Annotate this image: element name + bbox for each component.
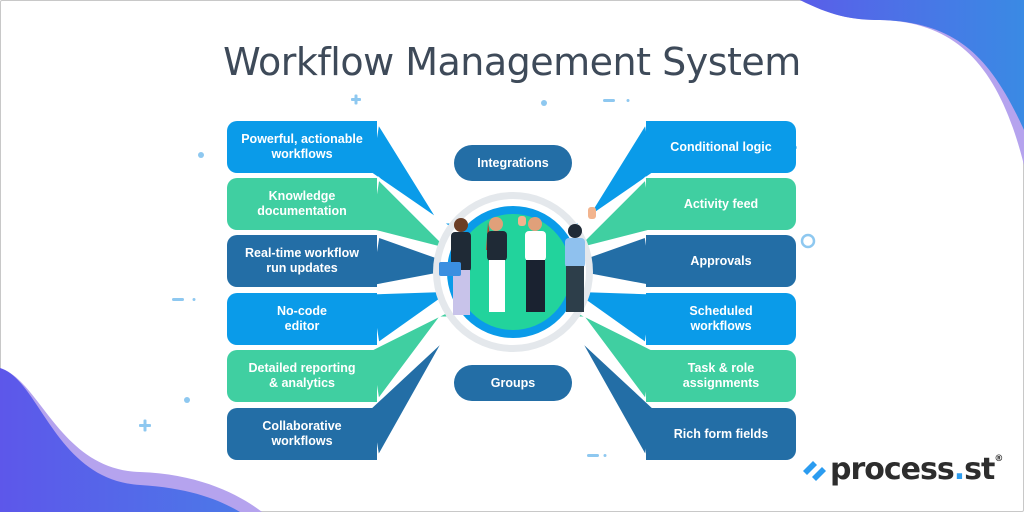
feature-box-left: Real-time workflow run updates — [227, 235, 377, 287]
feature-label: Collaborative workflows — [262, 419, 342, 448]
feature-label: Powerful, actionable workflows — [241, 132, 363, 161]
feature-box-right: Scheduled workflows — [646, 293, 796, 345]
process-st-logo: process.st® — [800, 452, 1003, 487]
plus-icon — [143, 419, 147, 432]
feature-box-right: Approvals — [646, 235, 796, 287]
feature-label: Activity feed — [683, 196, 759, 211]
feature-label: Approvals — [690, 253, 752, 268]
feature-box-left: Detailed reporting & analytics — [227, 350, 377, 402]
feature-label: Detailed reporting & analytics — [248, 361, 356, 390]
dot-icon — [198, 152, 204, 158]
feature-label: Task & role assignments — [682, 361, 760, 390]
feature-box-left: No-code editor — [227, 293, 377, 345]
dot-icon — [184, 397, 190, 403]
dot-icon — [541, 100, 547, 106]
groups-pill: Groups — [454, 365, 572, 401]
team-illustration — [433, 192, 596, 352]
feature-box-right: Task & role assignments — [646, 350, 796, 402]
dot-icon — [603, 454, 607, 457]
feature-box-right: Conditional logic — [646, 121, 796, 173]
logo-wordmark: process.st® — [830, 452, 1003, 487]
integrations-pill: Integrations — [454, 145, 572, 181]
dot-icon — [192, 298, 196, 301]
page-title: Workflow Management System — [223, 40, 801, 84]
feature-box-left: Knowledge documentation — [227, 178, 377, 230]
plus-icon — [354, 94, 358, 105]
feature-label: Conditional logic — [670, 139, 772, 154]
dash-icon — [603, 99, 615, 102]
feature-box-right: Activity feed — [646, 178, 796, 230]
feature-box-left: Collaborative workflows — [227, 408, 377, 460]
ring-icon — [800, 233, 816, 249]
feature-label: Real-time workflow run updates — [245, 246, 359, 275]
feature-label: Scheduled workflows — [689, 304, 753, 333]
feature-box-left: Powerful, actionable workflows — [227, 121, 377, 173]
dash-icon — [587, 454, 599, 457]
feature-label: No-code editor — [277, 304, 327, 333]
dash-icon — [172, 298, 184, 301]
person-illustration — [486, 217, 507, 312]
dot-icon — [626, 99, 630, 102]
feature-label: Rich form fields — [673, 426, 769, 441]
feature-label: Knowledge documentation — [257, 189, 347, 218]
feature-box-right: Rich form fields — [646, 408, 796, 460]
logo-icon — [803, 460, 826, 481]
